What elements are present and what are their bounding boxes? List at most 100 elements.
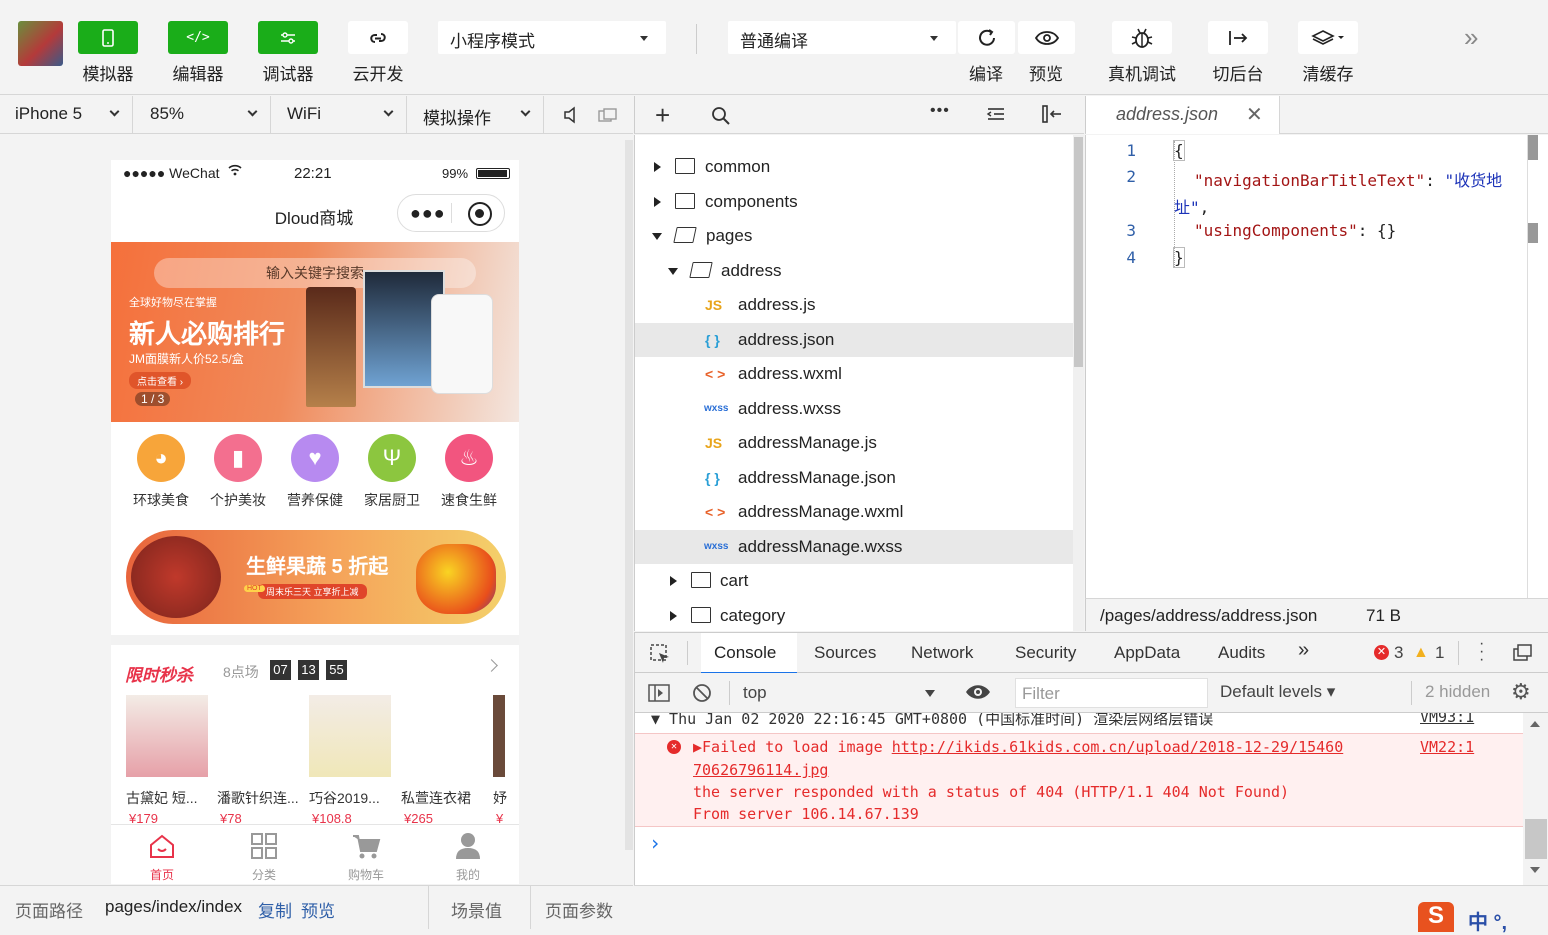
category-global-food[interactable]: ◕ 环球美食 <box>126 434 196 510</box>
tree-item-folder[interactable]: category <box>635 599 1073 631</box>
tree-item-file-selected[interactable]: { } address.json <box>635 323 1073 357</box>
tab-network[interactable]: Network <box>911 643 973 663</box>
preview-button[interactable] <box>1018 21 1075 54</box>
product-image[interactable] <box>309 695 391 777</box>
banner-cta-button[interactable]: 点击查看 › <box>129 372 192 389</box>
category-health[interactable]: ♥ 营养保健 <box>280 434 350 510</box>
network-select[interactable]: WiFi <box>272 96 407 134</box>
tree-scrollbar-thumb[interactable] <box>1074 137 1083 367</box>
toggle-panel-icon[interactable] <box>1041 104 1063 129</box>
scroll-down-icon[interactable] <box>1530 867 1540 873</box>
editor-tab-address-json[interactable]: address.json ✕ <box>1086 96 1280 134</box>
device-debug-button[interactable] <box>1112 21 1172 54</box>
console-filter-input[interactable]: Filter <box>1015 678 1208 708</box>
editor-toggle-button[interactable]: </> <box>168 21 228 54</box>
log-group-header[interactable]: ▼ Thu Jan 02 2020 22:16:45 GMT+0800 (中国标… <box>651 713 1213 729</box>
more-options-icon[interactable]: ••• <box>930 102 950 120</box>
undock-icon[interactable] <box>1513 644 1533 667</box>
more-tools-icon[interactable]: » <box>1464 22 1478 53</box>
promo-banner[interactable]: 输入关键字搜索 全球好物尽在掌握 新人必购排行 JM面膜新人价52.5/盒 点击… <box>111 242 519 422</box>
collapse-all-icon[interactable] <box>986 106 1006 127</box>
add-file-icon[interactable]: + <box>655 100 670 131</box>
kebab-menu-icon[interactable]: · · · <box>1479 636 1484 668</box>
close-icon[interactable]: ✕ <box>1246 102 1263 127</box>
scene-value-button[interactable]: 场景值 <box>451 897 502 922</box>
tree-item-file[interactable]: JS address.js <box>635 288 1073 322</box>
code-editor[interactable]: 1 2 3 4 { "navigationBarTitleText": "收货地… <box>1085 135 1548 598</box>
simulator-toggle-button[interactable] <box>78 21 138 54</box>
tree-item-file-hovered[interactable]: wxss addressManage.wxss <box>635 530 1073 564</box>
tree-item-folder[interactable]: pages <box>635 219 1073 253</box>
editor-scroll-thumb[interactable] <box>1528 135 1538 160</box>
tab-appdata[interactable]: AppData <box>1114 643 1180 663</box>
error-url-link[interactable]: http://ikids.61kids.com.cn/upload/2018-1… <box>892 738 1344 756</box>
tab-security[interactable]: Security <box>1015 643 1076 663</box>
close-miniprogram-icon[interactable] <box>468 202 492 226</box>
log-source-link[interactable]: VM93:1 <box>1420 713 1474 726</box>
detach-window-icon[interactable] <box>598 108 618 129</box>
category-beauty[interactable]: ▮ 个护美妆 <box>203 434 273 510</box>
tree-item-folder[interactable]: cart <box>635 564 1073 598</box>
more-dots-icon[interactable]: ●●● <box>410 203 446 224</box>
tree-item-label: address.js <box>738 295 816 314</box>
tree-item-folder[interactable]: components <box>635 185 1073 219</box>
scroll-up-icon[interactable] <box>1530 721 1540 727</box>
volume-icon[interactable] <box>563 106 577 129</box>
user-avatar[interactable] <box>18 21 63 66</box>
tree-item-file[interactable]: JS addressManage.js <box>635 426 1073 460</box>
debugger-toggle-button[interactable] <box>258 21 318 54</box>
mode-select[interactable]: 小程序模式 <box>438 21 666 54</box>
simulate-operation-select[interactable]: 模拟操作 <box>408 96 544 134</box>
product-image[interactable] <box>493 695 505 777</box>
zoom-select[interactable]: 85% <box>135 96 271 134</box>
tree-item-folder[interactable]: common <box>635 150 1073 184</box>
context-select[interactable]: top <box>735 677 945 709</box>
page-params-button[interactable]: 页面参数 <box>545 897 613 922</box>
warning-count[interactable]: 1 <box>1435 643 1444 663</box>
fresh-food-banner[interactable]: 生鲜果蔬 5 折起 周末乐三天 立享折上减 HOT <box>126 530 506 624</box>
tree-item-label: addressManage.wxss <box>738 537 903 556</box>
preview-path-link[interactable]: 预览 <box>301 897 335 922</box>
console-scrollbar-thumb[interactable] <box>1525 819 1547 859</box>
clear-cache-button[interactable] <box>1298 21 1358 54</box>
more-tabs-icon[interactable]: » <box>1298 639 1309 662</box>
inspect-element-icon[interactable] <box>649 643 671 670</box>
tab-home[interactable]: 首页 <box>111 831 213 883</box>
clear-console-icon[interactable] <box>692 683 712 708</box>
tab-console[interactable]: Console <box>701 633 797 674</box>
tree-item-file[interactable]: { } addressManage.json <box>635 461 1073 495</box>
live-expression-eye-icon[interactable] <box>965 683 991 706</box>
tab-category[interactable]: 分类 <box>213 831 315 883</box>
tree-item-file[interactable]: < > addressManage.wxml <box>635 495 1073 529</box>
product-image[interactable] <box>126 695 208 777</box>
category-fresh-food[interactable]: ♨ 速食生鲜 <box>434 434 504 510</box>
json-comma: , <box>1199 198 1210 217</box>
copy-path-link[interactable]: 复制 <box>258 897 292 922</box>
backstage-button[interactable] <box>1208 21 1268 54</box>
ime-status[interactable]: 中 °, <box>1468 906 1507 935</box>
tree-item-file[interactable]: wxss address.wxss <box>635 392 1073 426</box>
sidebar-toggle-icon[interactable] <box>648 683 670 708</box>
device-select[interactable]: iPhone 5 <box>0 96 133 134</box>
error-count[interactable]: 3 <box>1394 643 1403 663</box>
cloud-dev-button[interactable] <box>348 21 408 54</box>
tab-profile[interactable]: 我的 <box>417 831 519 883</box>
tree-item-folder[interactable]: address <box>635 254 1073 288</box>
caret-down-icon <box>930 36 938 41</box>
chevron-right-icon[interactable] <box>485 659 498 672</box>
category-home-kitchen[interactable]: Ψ 家居厨卫 <box>357 434 427 510</box>
tab-audits[interactable]: Audits <box>1218 643 1265 663</box>
tree-item-file[interactable]: < > address.wxml <box>635 357 1073 391</box>
settings-gear-icon[interactable]: ⚙ <box>1511 679 1531 705</box>
log-levels-select[interactable]: Default levels ▾ <box>1220 682 1335 702</box>
compile-mode-select[interactable]: 普通编译 <box>728 21 956 54</box>
error-source-link[interactable]: VM22:1 <box>1420 738 1474 756</box>
tree-item-label: address.wxss <box>738 399 841 418</box>
error-url-link-cont[interactable]: 70626796114.jpg <box>693 761 828 779</box>
compile-button[interactable] <box>958 21 1015 54</box>
console-prompt[interactable]: › <box>649 831 661 855</box>
search-icon[interactable] <box>711 106 731 131</box>
tab-sources[interactable]: Sources <box>814 643 876 663</box>
tab-cart[interactable]: 购物车 <box>315 831 417 883</box>
simulator-scrollbar[interactable] <box>625 140 633 850</box>
